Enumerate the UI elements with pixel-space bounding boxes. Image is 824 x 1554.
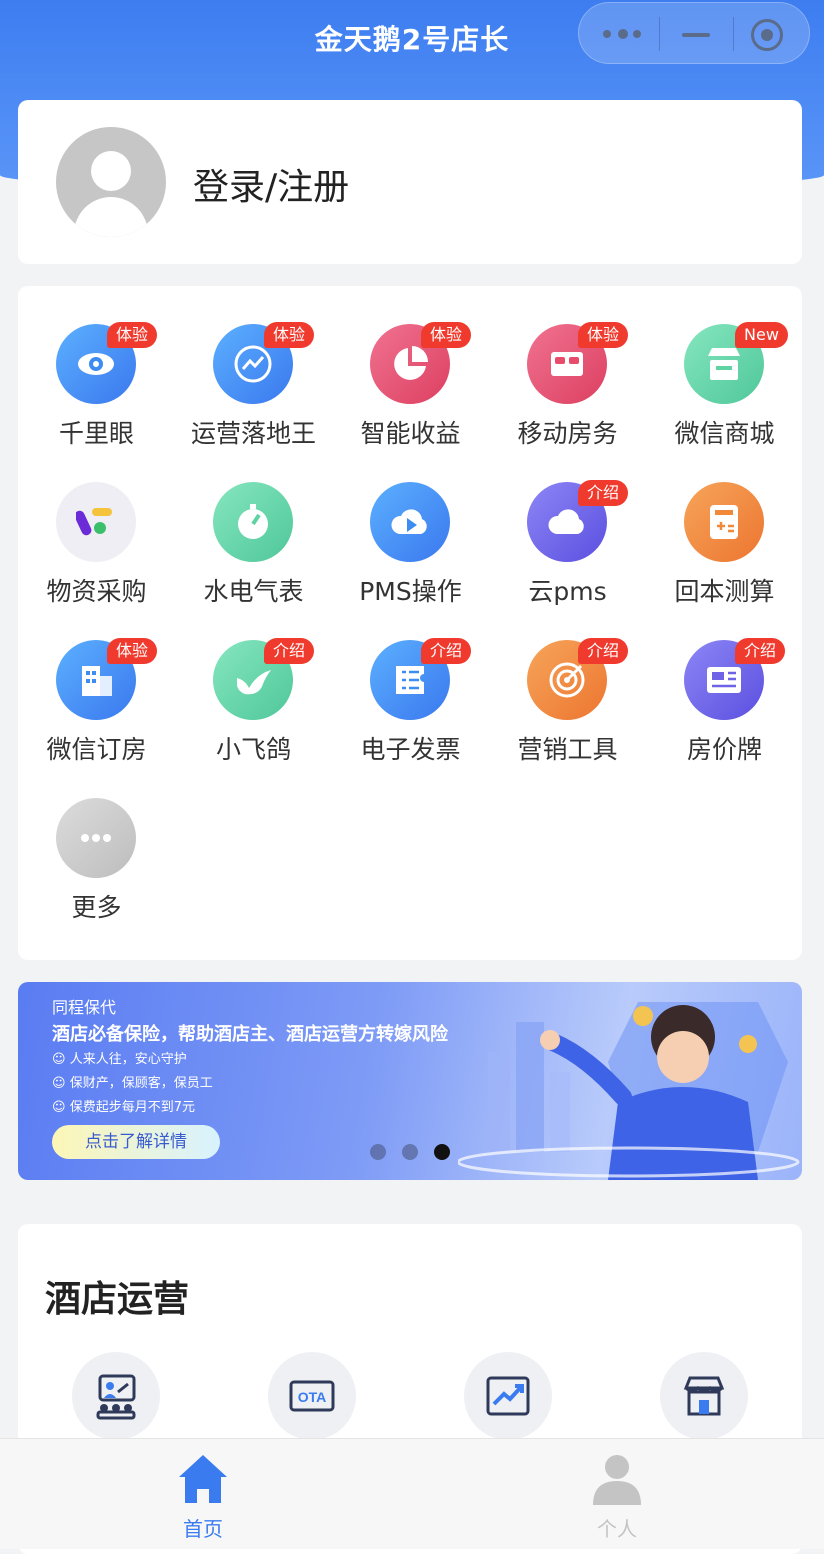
app-badge: 介绍 — [578, 480, 629, 506]
banner-bullet: ☺ 保费起步每月不到7元 — [52, 1100, 195, 1115]
app-badge: 体验 — [578, 322, 629, 348]
minimize-icon[interactable] — [682, 33, 710, 37]
app-label: 小飞鸽 — [215, 735, 291, 764]
app-badge: 体验 — [107, 322, 158, 348]
store-icon[interactable] — [660, 1352, 748, 1440]
training-icon[interactable] — [72, 1352, 160, 1440]
app-label: 千里眼 — [58, 419, 134, 448]
tab-personal[interactable]: 个人 — [557, 1451, 677, 1542]
banner-learn-more-button[interactable]: 点击了解详情 — [52, 1125, 220, 1159]
banner-bullet: ☺ 人来人往，安心守护 — [52, 1052, 187, 1067]
app-label: 电子发票 — [360, 735, 461, 764]
app-badge: 介绍 — [264, 638, 315, 664]
app-badge: 体验 — [107, 638, 158, 664]
avatar[interactable] — [56, 127, 166, 237]
banner-illustration — [458, 1002, 800, 1180]
app-label: 微信商城 — [674, 419, 775, 448]
app-label: 房价牌 — [686, 735, 762, 764]
section-title: 酒店运营 — [45, 1279, 190, 1320]
stopwatch-icon — [213, 482, 293, 562]
close-miniprogram-icon[interactable] — [751, 19, 783, 51]
miniprogram-capsule — [578, 2, 810, 64]
more-options-icon[interactable] — [603, 29, 641, 39]
app-label: 云pms — [528, 577, 607, 606]
carousel-dot[interactable] — [402, 1144, 418, 1160]
carousel-dot-active[interactable] — [434, 1144, 450, 1160]
cloud-play-icon — [370, 482, 450, 562]
app-badge: 体验 — [264, 322, 315, 348]
app-label: 营销工具 — [517, 735, 618, 764]
app-grid: 体验 千里眼 体验 运营落地王 体验 智能收益 体验 移动房务 New 微信商城 物资采购 水电气表 P… — [18, 286, 802, 960]
app-label: 移动房务 — [517, 419, 618, 448]
app-label: PMS操作 — [359, 577, 462, 606]
tab-home[interactable]: 首页 — [143, 1451, 263, 1542]
home-icon — [179, 1455, 227, 1503]
capsule-divider — [659, 17, 660, 51]
capsule-divider — [733, 17, 734, 51]
banner-brand: 同程保代 — [52, 998, 117, 1017]
app-badge: 体验 — [421, 322, 472, 348]
app-badge: 介绍 — [421, 638, 472, 664]
app-label: 水电气表 — [203, 577, 304, 606]
person-icon — [593, 1455, 641, 1505]
banner-title: 酒店必备保险，帮助酒店主、酒店运营方转嫁风险 — [52, 1024, 448, 1045]
app-badge: New — [735, 322, 788, 348]
app-label: 回本测算 — [674, 577, 775, 606]
app-label: 更多 — [71, 893, 122, 922]
tab-label: 个人 — [597, 1517, 637, 1541]
calculator-icon — [684, 482, 764, 562]
app-label: 微信订房 — [46, 735, 147, 764]
svg-text:OTA: OTA — [298, 1389, 327, 1405]
ota-icon[interactable]: OTA — [268, 1352, 356, 1440]
app-badge: 介绍 — [735, 638, 786, 664]
bottom-tab-bar: 首页 个人 — [0, 1438, 824, 1549]
banner-bullet: ☺ 保财产，保顾客，保员工 — [52, 1076, 213, 1091]
insurance-banner[interactable]: 同程保代 酒店必备保险，帮助酒店主、酒店运营方转嫁风险 ☺ 人来人往，安心守护 … — [18, 982, 802, 1180]
carousel-dot[interactable] — [370, 1144, 386, 1160]
app-label: 物资采购 — [46, 577, 147, 606]
profile-card[interactable]: 登录/注册 — [18, 100, 802, 264]
more-icon — [56, 798, 136, 878]
purchase-logo-icon — [56, 482, 136, 562]
app-label: 运营落地王 — [190, 419, 316, 448]
login-register-link[interactable]: 登录/注册 — [193, 158, 349, 210]
growth-chart-icon[interactable] — [464, 1352, 552, 1440]
tab-label: 首页 — [183, 1517, 223, 1541]
app-badge: 介绍 — [578, 638, 629, 664]
app-label: 智能收益 — [360, 419, 461, 448]
